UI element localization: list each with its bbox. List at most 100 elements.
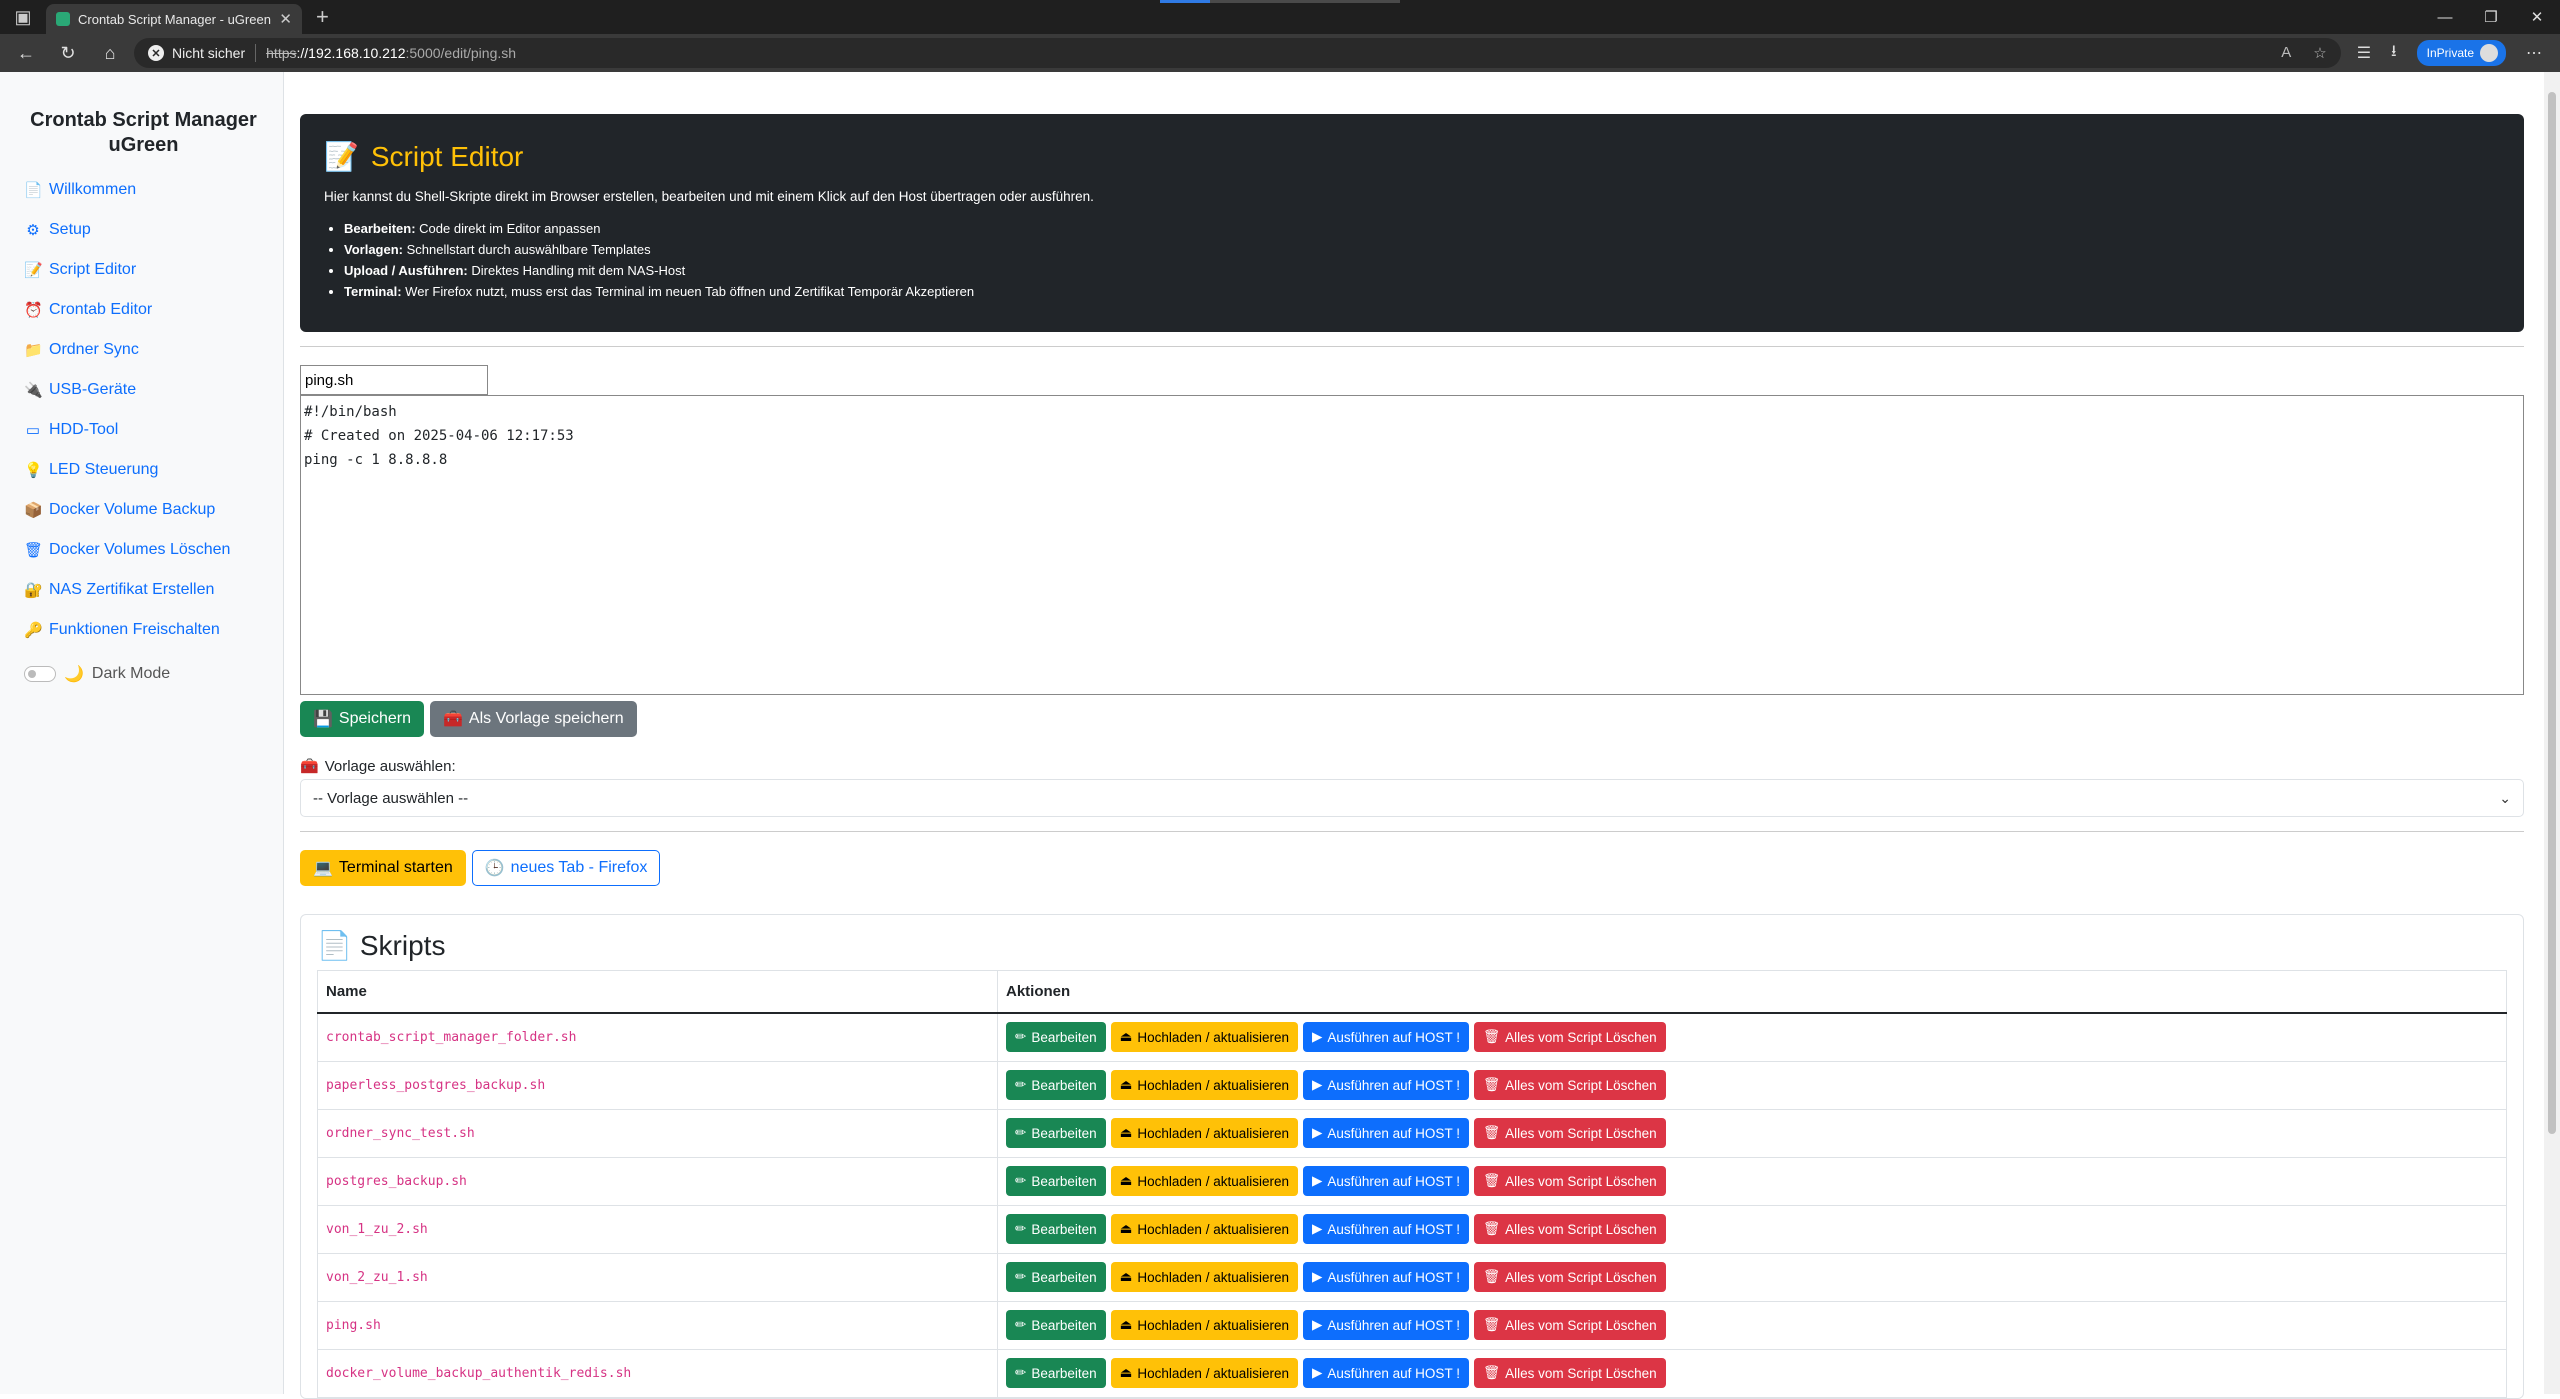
toolbox-icon: 🧰 xyxy=(300,758,319,775)
url-separator xyxy=(255,44,257,62)
save-template-button[interactable]: 🧰 Als Vorlage speichern xyxy=(429,701,637,737)
restore-icon[interactable]: ❐ xyxy=(2468,0,2514,34)
edit-button[interactable]: ✏ Bearbeiten xyxy=(1006,1118,1106,1148)
nav-icon: ▭ xyxy=(25,422,41,439)
sidebar-item[interactable]: 📄 Willkommen xyxy=(24,170,263,210)
edit-label: Bearbeiten xyxy=(1031,1125,1097,1141)
more-menu-icon[interactable]: ⋯ xyxy=(2526,43,2542,63)
upload-button[interactable]: ⏏ Hochladen / aktualisieren xyxy=(1110,1358,1298,1388)
edit-button[interactable]: ✏ Bearbeiten xyxy=(1006,1022,1106,1053)
script-name: von_2_zu_1.sh xyxy=(317,1252,998,1302)
delete-button[interactable]: 🗑 Alles vom Script Löschen xyxy=(1473,1070,1666,1100)
delete-button[interactable]: 🗑 Alles vom Script Löschen xyxy=(1473,1310,1666,1340)
run-label: Ausführen auf HOST ! xyxy=(1327,1173,1460,1189)
template-select[interactable]: -- Vorlage auswählen -- ⌄ xyxy=(300,779,2524,817)
sidebar-item[interactable]: 🗑 Docker Volumes Löschen xyxy=(24,530,263,570)
edit-button[interactable]: ✏ Bearbeiten xyxy=(1006,1070,1106,1100)
upload-button[interactable]: ⏏ Hochladen / aktualisieren xyxy=(1110,1118,1298,1148)
sidebar-item[interactable]: 💡 LED Steuerung xyxy=(24,450,263,490)
delete-button[interactable]: 🗑 Alles vom Script Löschen xyxy=(1473,1166,1666,1196)
home-icon[interactable]: ⌂ xyxy=(92,38,128,68)
run-button[interactable]: ▶ Ausführen auf HOST ! xyxy=(1302,1166,1469,1196)
delete-button[interactable]: 🗑 Alles vom Script Löschen xyxy=(1473,1022,1666,1053)
save-button[interactable]: 💾 Speichern xyxy=(300,701,424,737)
run-button[interactable]: ▶ Ausführen auf HOST ! xyxy=(1302,1214,1469,1244)
delete-button[interactable]: 🗑 Alles vom Script Löschen xyxy=(1473,1358,1666,1388)
new-tab-icon[interactable]: + xyxy=(316,4,329,30)
favorite-star-icon[interactable]: ☆ xyxy=(2313,44,2326,62)
run-button[interactable]: ▶ Ausführen auf HOST ! xyxy=(1302,1310,1469,1340)
sidebar-item[interactable]: 🔐 NAS Zertifikat Erstellen xyxy=(24,570,263,610)
sidebar-item[interactable]: 📁 Ordner Sync xyxy=(24,330,263,370)
minimize-icon[interactable]: — xyxy=(2422,0,2468,34)
inprivate-badge[interactable]: InPrivate xyxy=(2416,40,2506,66)
page-title: 📝 Script Editor xyxy=(324,140,2500,173)
browser-tab[interactable]: Crontab Script Manager - uGreen ✕ xyxy=(46,4,302,34)
upload-button[interactable]: ⏏ Hochladen / aktualisieren xyxy=(1110,1262,1298,1292)
script-editor[interactable]: #!/bin/bash # Created on 2025-04-06 12:1… xyxy=(300,395,2524,695)
security-indicator[interactable]: ✕ Nicht sicher xyxy=(148,45,245,61)
play-icon: ▶ xyxy=(1311,1269,1323,1284)
upload-button[interactable]: ⏏ Hochladen / aktualisieren xyxy=(1110,1214,1298,1244)
url-field[interactable]: ✕ Nicht sicher https://192.168.10.212:50… xyxy=(134,38,2341,68)
upload-icon: ⏏ xyxy=(1119,1221,1133,1236)
dark-mode-toggle[interactable]: 🌙 Dark Mode xyxy=(24,664,263,684)
sidebar-item[interactable]: ▭ HDD-Tool xyxy=(24,410,263,450)
run-button[interactable]: ▶ Ausführen auf HOST ! xyxy=(1302,1022,1469,1053)
script-actions: ✏ Bearbeiten ⏏ Hochladen / aktualisieren ▶ Au… xyxy=(997,1108,2507,1158)
read-aloud-icon[interactable]: A xyxy=(2281,44,2291,62)
back-icon[interactable]: ← xyxy=(8,38,44,68)
run-button[interactable]: ▶ Ausführen auf HOST ! xyxy=(1302,1118,1469,1148)
upload-label: Hochladen / aktualisieren xyxy=(1137,1173,1289,1189)
upload-label: Hochladen / aktualisieren xyxy=(1137,1077,1289,1093)
upload-button[interactable]: ⏏ Hochladen / aktualisieren xyxy=(1110,1022,1298,1053)
sidebar-item-label: Script Editor xyxy=(49,261,137,278)
reload-icon[interactable]: ↻ xyxy=(50,38,86,68)
pencil-icon: ✏ xyxy=(1015,1173,1027,1188)
sidebar-item[interactable]: 📦 Docker Volume Backup xyxy=(24,490,263,530)
sidebar-item[interactable]: 🔌 USB-Geräte xyxy=(24,370,263,410)
sidebar-item[interactable]: ⏰ Crontab Editor xyxy=(24,290,263,330)
close-window-icon[interactable]: ✕ xyxy=(2514,0,2560,34)
delete-button[interactable]: 🗑 Alles vom Script Löschen xyxy=(1473,1118,1666,1148)
dark-mode-switch[interactable] xyxy=(24,666,56,682)
security-label: Nicht sicher xyxy=(172,45,246,61)
favicon-icon xyxy=(56,12,70,26)
terminal-start-label: Terminal starten xyxy=(338,859,453,876)
run-button[interactable]: ▶ Ausführen auf HOST ! xyxy=(1302,1358,1469,1388)
delete-button[interactable]: 🗑 Alles vom Script Löschen xyxy=(1473,1214,1666,1244)
edit-button[interactable]: ✏ Bearbeiten xyxy=(1006,1310,1106,1340)
template-label: 🧰 Vorlage auswählen: xyxy=(300,757,2524,776)
sidebar-item[interactable]: ⚙ Setup xyxy=(24,210,263,250)
close-tab-icon[interactable]: ✕ xyxy=(279,10,292,28)
upload-icon: ⏏ xyxy=(1119,1029,1133,1045)
table-row: ping.sh ✏ Bearbeiten ⏏ Hochladen / aktualisi… xyxy=(317,1300,2507,1350)
delete-label: Alles vom Script Löschen xyxy=(1505,1125,1657,1141)
sidebar-item[interactable]: 📝 Script Editor xyxy=(24,250,263,290)
new-tab-firefox-button[interactable]: 🕒 neues Tab - Firefox xyxy=(471,850,661,886)
terminal-start-button[interactable]: 💻 Terminal starten xyxy=(300,850,466,886)
tab-actions-icon[interactable]: ▣ xyxy=(0,0,46,34)
delete-label: Alles vom Script Löschen xyxy=(1505,1221,1657,1237)
floppy-icon: 💾 xyxy=(313,711,333,728)
run-button[interactable]: ▶ Ausführen auf HOST ! xyxy=(1302,1070,1469,1100)
page-scrollbar[interactable] xyxy=(2544,72,2560,1394)
delete-label: Alles vom Script Löschen xyxy=(1505,1365,1657,1381)
run-button[interactable]: ▶ Ausführen auf HOST ! xyxy=(1302,1262,1469,1292)
scrollbar-thumb[interactable] xyxy=(2548,92,2556,1134)
nav-icon: 📦 xyxy=(24,502,43,519)
edit-button[interactable]: ✏ Bearbeiten xyxy=(1006,1214,1106,1244)
edit-button[interactable]: ✏ Bearbeiten xyxy=(1006,1166,1106,1196)
run-label: Ausführen auf HOST ! xyxy=(1327,1317,1460,1333)
upload-button[interactable]: ⏏ Hochladen / aktualisieren xyxy=(1110,1070,1298,1100)
bullet-text: Schnellstart durch auswählbare Templates xyxy=(403,242,651,257)
edit-button[interactable]: ✏ Bearbeiten xyxy=(1006,1358,1106,1388)
edit-button[interactable]: ✏ Bearbeiten xyxy=(1006,1262,1106,1292)
filename-input[interactable] xyxy=(300,365,488,395)
upload-button[interactable]: ⏏ Hochladen / aktualisieren xyxy=(1110,1310,1298,1340)
delete-button[interactable]: 🗑 Alles vom Script Löschen xyxy=(1473,1262,1666,1292)
downloads-icon[interactable]: ⭳ xyxy=(2391,40,2397,67)
sidebar-item[interactable]: 🔑 Funktionen Freischalten xyxy=(24,610,263,650)
favorites-icon[interactable]: ☰ xyxy=(2357,43,2371,63)
upload-button[interactable]: ⏏ Hochladen / aktualisieren xyxy=(1110,1166,1298,1196)
